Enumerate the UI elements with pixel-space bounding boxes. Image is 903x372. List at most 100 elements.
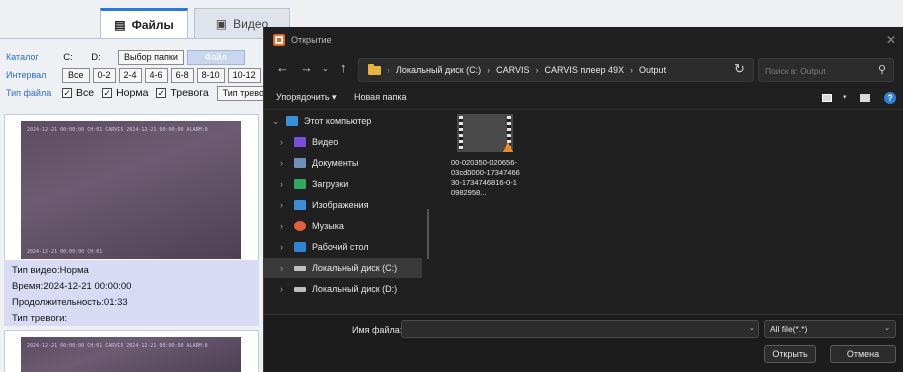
choose-folder-button[interactable]: Выбор папки [118,49,184,65]
sidebar-item-downloads[interactable]: › Загрузки [264,174,422,194]
sidebar-item-label: Музыка [312,221,344,231]
navigation-bar: ← → ⌄ ↑ › Локальный диск (C:) › CARVIS ›… [264,58,903,82]
sidebar-item-desktop[interactable]: › Рабочий стол [264,237,422,257]
checkbox-checked-icon: ✓ [102,88,113,98]
interval-10-12-button[interactable]: 10-12 [227,67,261,83]
drive-c-radio[interactable]: C: [54,52,82,63]
check-all-label: Все [76,87,95,99]
collapsed-chevron-icon[interactable]: › [280,179,294,189]
open-button[interactable]: Открыть [764,345,816,363]
interval-2-4-button[interactable]: 2-4 [118,67,142,83]
file-name: 00-020350-020656-03cd0000-1734746630-173… [451,158,520,197]
preview-pane-icon[interactable] [860,94,870,102]
sidebar-item-label: Локальный диск (C:) [312,263,398,273]
drive-d-radio[interactable]: D: [82,52,110,63]
sidebar-item-pictures[interactable]: › Изображения [264,195,422,215]
video-time-text: Время:2024-12-21 00:00:00 [12,281,132,292]
new-folder-button[interactable]: Новая папка [354,92,406,102]
video-file-thumbnail [457,114,513,152]
folder-icon [368,63,381,75]
breadcrumb-sep-icon: › [487,65,491,75]
interval-0-2-button[interactable]: 0-2 [92,67,116,83]
view-chevron-icon[interactable]: ▾ [843,93,847,101]
search-icon[interactable]: ⚲ [878,63,886,76]
video-folder-icon [294,137,306,147]
dialog-footer: Имя файла: ⌄ All file(*.*) ⌄ Открыть Отм… [264,314,903,372]
check-normal[interactable]: ✓ Норма [102,87,148,99]
collapsed-chevron-icon[interactable]: › [280,242,294,252]
collapsed-chevron-icon[interactable]: › [280,221,294,231]
sidebar-item-label: Рабочий стол [312,242,369,252]
collapsed-chevron-icon[interactable]: › [280,158,294,168]
up-arrow-icon[interactable]: ↑ [340,60,347,75]
computer-icon [286,116,298,126]
filename-input[interactable] [401,320,759,338]
check-normal-label: Норма [116,87,149,99]
filetype-label: Тип файла [6,88,52,98]
sidebar-item-label: Видео [312,137,339,147]
dialog-title: Открытие [291,35,332,45]
collapsed-chevron-icon[interactable]: › [280,263,294,273]
file-icon: ▤ [114,17,126,32]
breadcrumb-player[interactable]: CARVIS плеер 49X [545,65,625,75]
sidebar-item-this-pc[interactable]: ⌄ Этот компьютер [264,111,422,131]
search-box[interactable]: ⚲ [758,58,894,82]
interval-4-6-button[interactable]: 4-6 [144,67,168,83]
sidebar-item-drive-c[interactable]: › Локальный диск (C:) [264,258,422,278]
video-duration-text: Продолжительность:01:33 [12,297,128,308]
interval-all-button[interactable]: Все [62,67,90,83]
breadcrumb-sep-icon: › [387,65,390,75]
chevron-down-icon: ⌄ [884,325,890,332]
breadcrumb-output[interactable]: Output [639,65,666,75]
drive-icon [294,286,306,292]
music-icon [294,221,306,231]
collapsed-chevron-icon[interactable]: › [280,284,294,294]
sidebar-item-label: Загрузки [312,179,349,189]
refresh-icon[interactable]: ↻ [734,61,745,77]
film-strip-icon [459,116,463,150]
filename-dropdown-icon[interactable]: ⌄ [749,324,755,332]
collapsed-chevron-icon[interactable]: › [280,137,294,147]
close-icon[interactable]: ✕ [886,33,896,47]
breadcrumb-drive-c[interactable]: Локальный диск (C:) [396,65,481,75]
interval-6-8-button[interactable]: 6-8 [170,67,194,83]
interval-8-10-button[interactable]: 8-10 [196,67,225,83]
address-bar[interactable]: › Локальный диск (C:) › CARVIS › CARVIS … [358,58,811,82]
search-input[interactable] [765,63,875,78]
file-type-filter[interactable]: All file(*.*) ⌄ [764,320,896,338]
video-overlay-bottom: 2024-12-21 00:00:00 CH:01 [27,249,103,255]
drive-icon [294,265,306,271]
check-alarm[interactable]: ✓ Тревога [156,87,209,99]
alarm-type-text: Тип тревоги: [12,313,68,324]
check-alarm-label: Тревога [170,87,209,99]
check-all[interactable]: ✓ Все [62,87,94,99]
video-icon: ▣ [215,16,228,31]
video-card-2[interactable]: 2024-12-21 00:00:00 CH:01 CARVIS 2024-12… [4,330,259,372]
back-arrow-icon[interactable]: ← [276,60,289,75]
video-thumbnail[interactable]: 2024-12-21 00:00:00 CH:01 CARVIS 2024-12… [21,121,241,259]
video-info-panel: Тип видео:Норма Время:2024-12-21 00:00:0… [4,260,259,326]
organize-menu[interactable]: Упорядочить ▾ [276,92,337,103]
forward-arrow-icon[interactable]: → [300,60,313,75]
collapsed-chevron-icon[interactable]: › [280,200,294,210]
tab-files[interactable]: ▤ Файлы [100,8,188,38]
video-overlay-text: 2024-12-21 00:00:00 CH:01 CARVIS 2024-12… [27,127,208,133]
file-button[interactable]: Файл [186,49,245,65]
breadcrumb-carvis[interactable]: CARVIS [496,65,529,75]
sidebar-item-documents[interactable]: › Документы [264,153,422,173]
view-mode-icon[interactable] [822,94,832,102]
dialog-titlebar: Открытие ✕ [264,27,903,53]
cancel-button[interactable]: Отмена [830,345,896,363]
help-icon[interactable]: ? [884,92,896,104]
sidebar-scrollbar[interactable] [427,209,429,259]
sidebar-item-drive-d[interactable]: › Локальный диск (D:) [264,279,422,299]
sidebar-item-video[interactable]: › Видео [264,132,422,152]
sidebar-item-music[interactable]: › Музыка [264,216,422,236]
expanded-chevron-icon[interactable]: ⌄ [272,116,286,127]
recent-chevron-icon[interactable]: ⌄ [322,64,329,73]
video-card-1[interactable]: 2024-12-21 00:00:00 CH:01 CARVIS 2024-12… [4,114,259,262]
breadcrumb-sep-icon: › [535,65,539,75]
video-thumbnail[interactable]: 2024-12-21 00:00:00 CH:01 CARVIS 2024-12… [21,337,241,372]
checkbox-checked-icon: ✓ [62,88,72,98]
file-type-filter-value: All file(*.*) [770,324,808,334]
